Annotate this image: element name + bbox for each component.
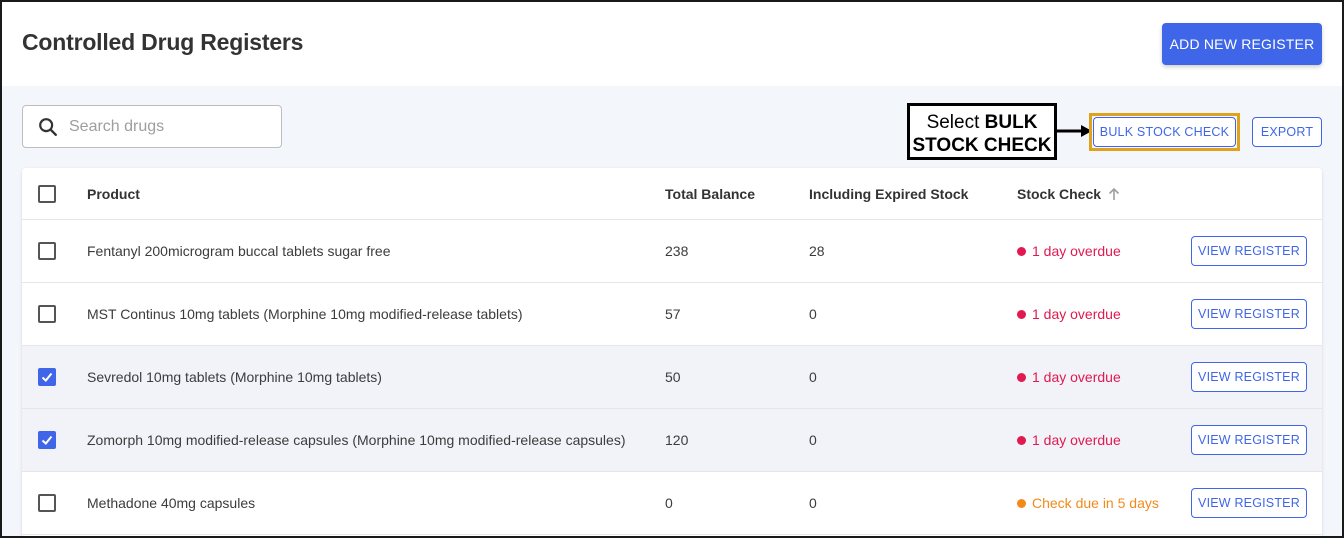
row-checkbox[interactable] bbox=[38, 305, 56, 323]
view-register-button[interactable]: VIEW REGISTER bbox=[1191, 488, 1307, 518]
callout-bold-line2: STOCK CHECK bbox=[912, 135, 1052, 156]
total-balance: 238 bbox=[665, 243, 689, 259]
including-expired-stock: 28 bbox=[809, 243, 825, 259]
product-name: Zomorph 10mg modified-release capsules (… bbox=[87, 432, 626, 448]
row-checkbox[interactable] bbox=[38, 368, 56, 386]
callout-arrow-icon bbox=[1057, 125, 1092, 137]
status-dot-icon bbox=[1017, 246, 1026, 256]
table-row[interactable]: MST Continus 10mg tablets (Morphine 10mg… bbox=[22, 283, 1322, 346]
product-name: Fentanyl 200microgram buccal tablets sug… bbox=[87, 243, 391, 259]
column-header-product[interactable]: Product bbox=[87, 168, 140, 219]
bulk-stock-check-highlight: BULK STOCK CHECK bbox=[1089, 113, 1240, 151]
search-input[interactable] bbox=[69, 117, 249, 136]
table-header-row: Product Total Balance Including Expired … bbox=[22, 168, 1322, 220]
table-row[interactable]: Sevredol 10mg tablets (Morphine 10mg tab… bbox=[22, 346, 1322, 409]
stock-check-status: 1 day overdue bbox=[1017, 346, 1121, 408]
stock-check-status-label: 1 day overdue bbox=[1032, 369, 1121, 385]
view-register-button[interactable]: VIEW REGISTER bbox=[1191, 299, 1307, 329]
search-icon bbox=[39, 117, 57, 136]
status-dot-icon bbox=[1017, 309, 1026, 319]
view-register-button[interactable]: VIEW REGISTER bbox=[1191, 362, 1307, 392]
stock-check-status: 1 day overdue bbox=[1017, 220, 1121, 282]
total-balance: 50 bbox=[665, 369, 681, 385]
row-checkbox[interactable] bbox=[38, 242, 56, 260]
stock-check-header-label: Stock Check bbox=[1017, 185, 1102, 202]
total-balance: 120 bbox=[665, 432, 689, 448]
stock-check-status-label: 1 day overdue bbox=[1032, 432, 1121, 448]
table-row[interactable]: Methadone 40mg capsules 0 0 Check due in… bbox=[22, 472, 1322, 535]
column-header-stock-check[interactable]: Stock Check bbox=[1017, 168, 1121, 219]
product-name: MST Continus 10mg tablets (Morphine 10mg… bbox=[87, 306, 523, 322]
export-button[interactable]: EXPORT bbox=[1252, 117, 1322, 147]
view-register-button[interactable]: VIEW REGISTER bbox=[1191, 425, 1307, 455]
callout-bold-line1: BULK bbox=[984, 112, 1038, 133]
status-dot-icon bbox=[1017, 372, 1026, 382]
page-title: Controlled Drug Registers bbox=[22, 29, 304, 55]
checkmark-icon bbox=[41, 435, 53, 445]
row-checkbox[interactable] bbox=[38, 431, 56, 449]
status-dot-icon bbox=[1017, 498, 1026, 508]
including-expired-stock: 0 bbox=[809, 432, 817, 448]
including-expired-stock: 0 bbox=[809, 495, 817, 511]
including-expired-stock: 0 bbox=[809, 306, 817, 322]
product-name: Methadone 40mg capsules bbox=[87, 495, 256, 511]
row-checkbox[interactable] bbox=[38, 494, 56, 512]
page-header: Controlled Drug Registers ADD NEW REGIST… bbox=[0, 0, 1344, 86]
stock-check-status-label: 1 day overdue bbox=[1032, 306, 1121, 322]
registers-table: Product Total Balance Including Expired … bbox=[22, 168, 1322, 538]
select-all-checkbox[interactable] bbox=[38, 184, 56, 203]
sort-ascending-icon[interactable] bbox=[1107, 187, 1121, 201]
stock-check-status: 1 day overdue bbox=[1017, 409, 1121, 471]
callout-prefix: Select bbox=[926, 112, 985, 133]
table-row[interactable]: Fentanyl 200microgram buccal tablets sug… bbox=[22, 220, 1322, 283]
table-row[interactable]: Zomorph 10mg modified-release capsules (… bbox=[22, 409, 1322, 472]
stock-check-status: Check due in 5 days bbox=[1017, 472, 1159, 534]
bulk-stock-check-button[interactable]: BULK STOCK CHECK bbox=[1093, 117, 1236, 147]
view-register-button[interactable]: VIEW REGISTER bbox=[1191, 236, 1307, 266]
stock-check-status-label: Check due in 5 days bbox=[1032, 495, 1159, 511]
total-balance: 57 bbox=[665, 306, 681, 322]
status-dot-icon bbox=[1017, 435, 1026, 445]
total-balance: 0 bbox=[665, 495, 673, 511]
checkmark-icon bbox=[41, 372, 53, 382]
search-box[interactable] bbox=[22, 105, 282, 148]
including-expired-stock: 0 bbox=[809, 369, 817, 385]
stock-check-status: 1 day overdue bbox=[1017, 283, 1121, 345]
instruction-callout: Select BULK STOCK CHECK bbox=[907, 103, 1057, 160]
column-header-total-balance[interactable]: Total Balance bbox=[665, 168, 755, 219]
column-header-including-expired[interactable]: Including Expired Stock bbox=[809, 168, 968, 219]
stock-check-status-label: 1 day overdue bbox=[1032, 243, 1121, 259]
add-new-register-button[interactable]: ADD NEW REGISTER bbox=[1162, 23, 1322, 65]
product-name: Sevredol 10mg tablets (Morphine 10mg tab… bbox=[87, 369, 382, 385]
